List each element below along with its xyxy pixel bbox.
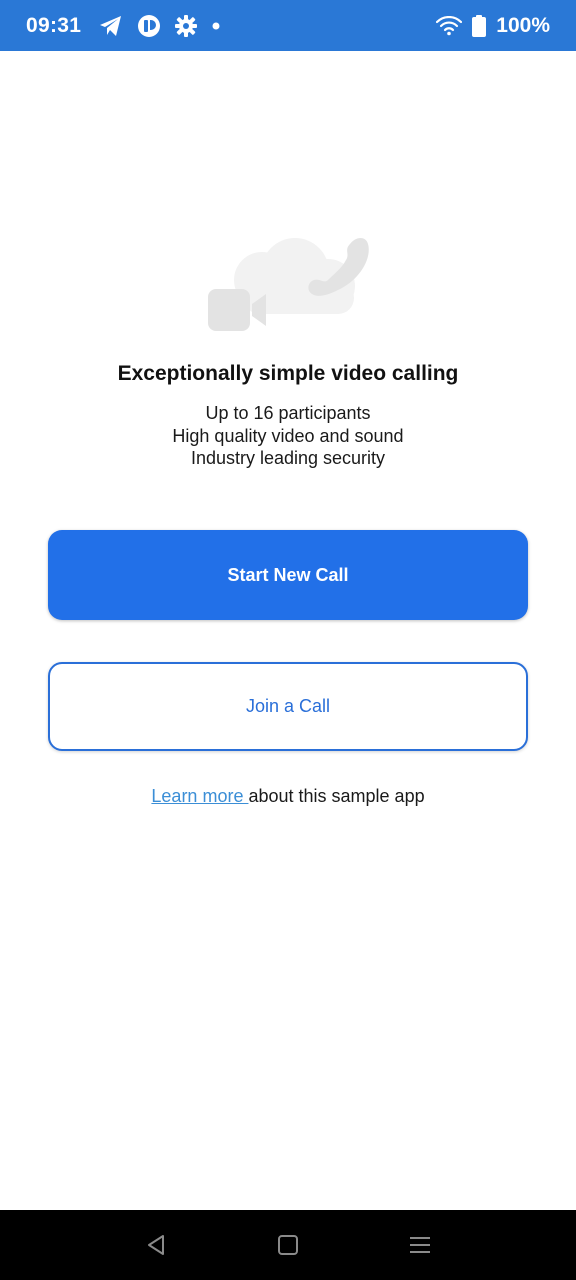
- home-button[interactable]: [258, 1215, 318, 1275]
- battery-icon: [472, 14, 487, 37]
- menu-icon: [410, 1237, 430, 1253]
- learn-more-row: Learn more about this sample app: [0, 786, 576, 807]
- menu-button[interactable]: [390, 1215, 450, 1275]
- learn-more-link[interactable]: Learn more: [151, 786, 248, 806]
- settings-icon: [175, 14, 198, 37]
- status-right: 100%: [436, 14, 550, 38]
- feature-item: Up to 16 participants: [205, 403, 371, 423]
- headline: Exceptionally simple video calling: [117, 362, 459, 385]
- hero-illustration: [200, 232, 376, 340]
- join-call-button[interactable]: Join a Call: [48, 662, 528, 751]
- cloud-video-phone-illustration: [208, 238, 369, 331]
- wifi-icon: [436, 15, 463, 36]
- status-bar: 09:31 100%: [0, 0, 576, 51]
- navigation-bar: [0, 1210, 576, 1280]
- battery-percent: 100%: [496, 13, 550, 37]
- back-icon: [148, 1235, 164, 1255]
- status-left: 09:31: [26, 14, 221, 38]
- back-button[interactable]: [126, 1215, 186, 1275]
- app-icon: [137, 14, 161, 38]
- feature-list: Up to 16 participants High quality video…: [0, 402, 576, 470]
- dot-icon: [211, 21, 221, 31]
- feature-item: High quality video and sound: [172, 425, 404, 446]
- feature-item: Industry leading security: [190, 448, 386, 468]
- start-new-call-button[interactable]: Start New Call: [48, 530, 528, 620]
- status-time: 09:31: [26, 13, 82, 37]
- learn-more-suffix: about this sample app: [248, 786, 425, 806]
- home-icon: [278, 1235, 298, 1255]
- telegram-icon: [99, 15, 123, 37]
